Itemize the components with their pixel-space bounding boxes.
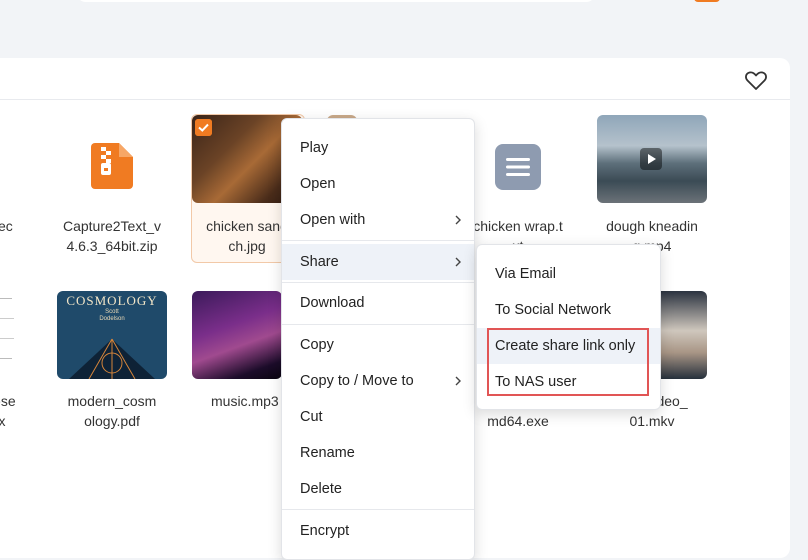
share-submenu: Via Email To Social Network Create share…: [476, 244, 661, 410]
chevron-right-icon: [455, 376, 461, 386]
book-cover-art: [69, 338, 155, 379]
chevron-right-icon: [455, 215, 461, 225]
menu-item-open-with[interactable]: Open with: [282, 202, 474, 238]
book-author-last: Dodelson: [99, 316, 125, 322]
file-name-modern-cosmology[interactable]: modern_cosm ology.pdf: [52, 391, 172, 431]
cosmology-book-thumbnail[interactable]: COSMOLOGY Scott Dodelson: [57, 291, 167, 379]
panel-divider: [0, 99, 790, 100]
file-name-capture2text[interactable]: Capture2Text_v 4.6.3_64bit.zip: [52, 216, 172, 256]
submenu-item-create-share-link[interactable]: Create share link only: [477, 328, 660, 364]
menu-divider: [282, 509, 474, 510]
menu-item-copy-move-to[interactable]: Copy to / Move to: [282, 363, 474, 399]
menu-item-cut[interactable]: Cut: [282, 399, 474, 435]
book-title: COSMOLOGY: [66, 293, 158, 308]
book-author-first: Scott: [105, 309, 119, 315]
menu-item-copy[interactable]: Copy: [282, 327, 474, 363]
submenu-item-via-email[interactable]: Via Email: [477, 256, 660, 292]
search-bar[interactable]: [76, 0, 596, 2]
menu-divider: [282, 240, 474, 241]
dough-kneading-video-thumbnail[interactable]: [597, 115, 707, 203]
music-album-thumbnail[interactable]: [192, 291, 282, 379]
text-file-icon: [495, 144, 541, 190]
zip-file-icon: [91, 143, 133, 189]
menu-item-delete[interactable]: Delete: [282, 471, 474, 507]
top-bar: [0, 0, 808, 58]
menu-item-share[interactable]: Share: [282, 244, 474, 280]
menu-divider: [282, 324, 474, 325]
top-badge[interactable]: [694, 0, 720, 2]
play-video-icon: [640, 148, 662, 170]
document-partial-icon: [0, 298, 14, 359]
menu-item-open[interactable]: Open: [282, 166, 474, 202]
checkbox-checked-icon[interactable]: [195, 119, 212, 136]
file-name-spec[interactable]: spec: [0, 216, 58, 236]
submenu-item-nas-user[interactable]: To NAS user: [477, 364, 660, 400]
favorite-heart-icon[interactable]: [744, 69, 768, 91]
context-menu: Play Open Open with Share Download Copy …: [281, 118, 475, 560]
menu-divider: [282, 282, 474, 283]
chevron-right-icon: [455, 257, 461, 267]
file-name-exe[interactable]: md64.exe: [458, 411, 578, 431]
menu-item-rename[interactable]: Rename: [282, 435, 474, 471]
menu-item-download[interactable]: Download: [282, 285, 474, 321]
submenu-item-social-network[interactable]: To Social Network: [477, 292, 660, 328]
video-01-thumbnail[interactable]: [659, 291, 707, 379]
menu-item-play[interactable]: Play: [282, 130, 474, 166]
menu-item-encrypt[interactable]: Encrypt: [282, 513, 474, 549]
